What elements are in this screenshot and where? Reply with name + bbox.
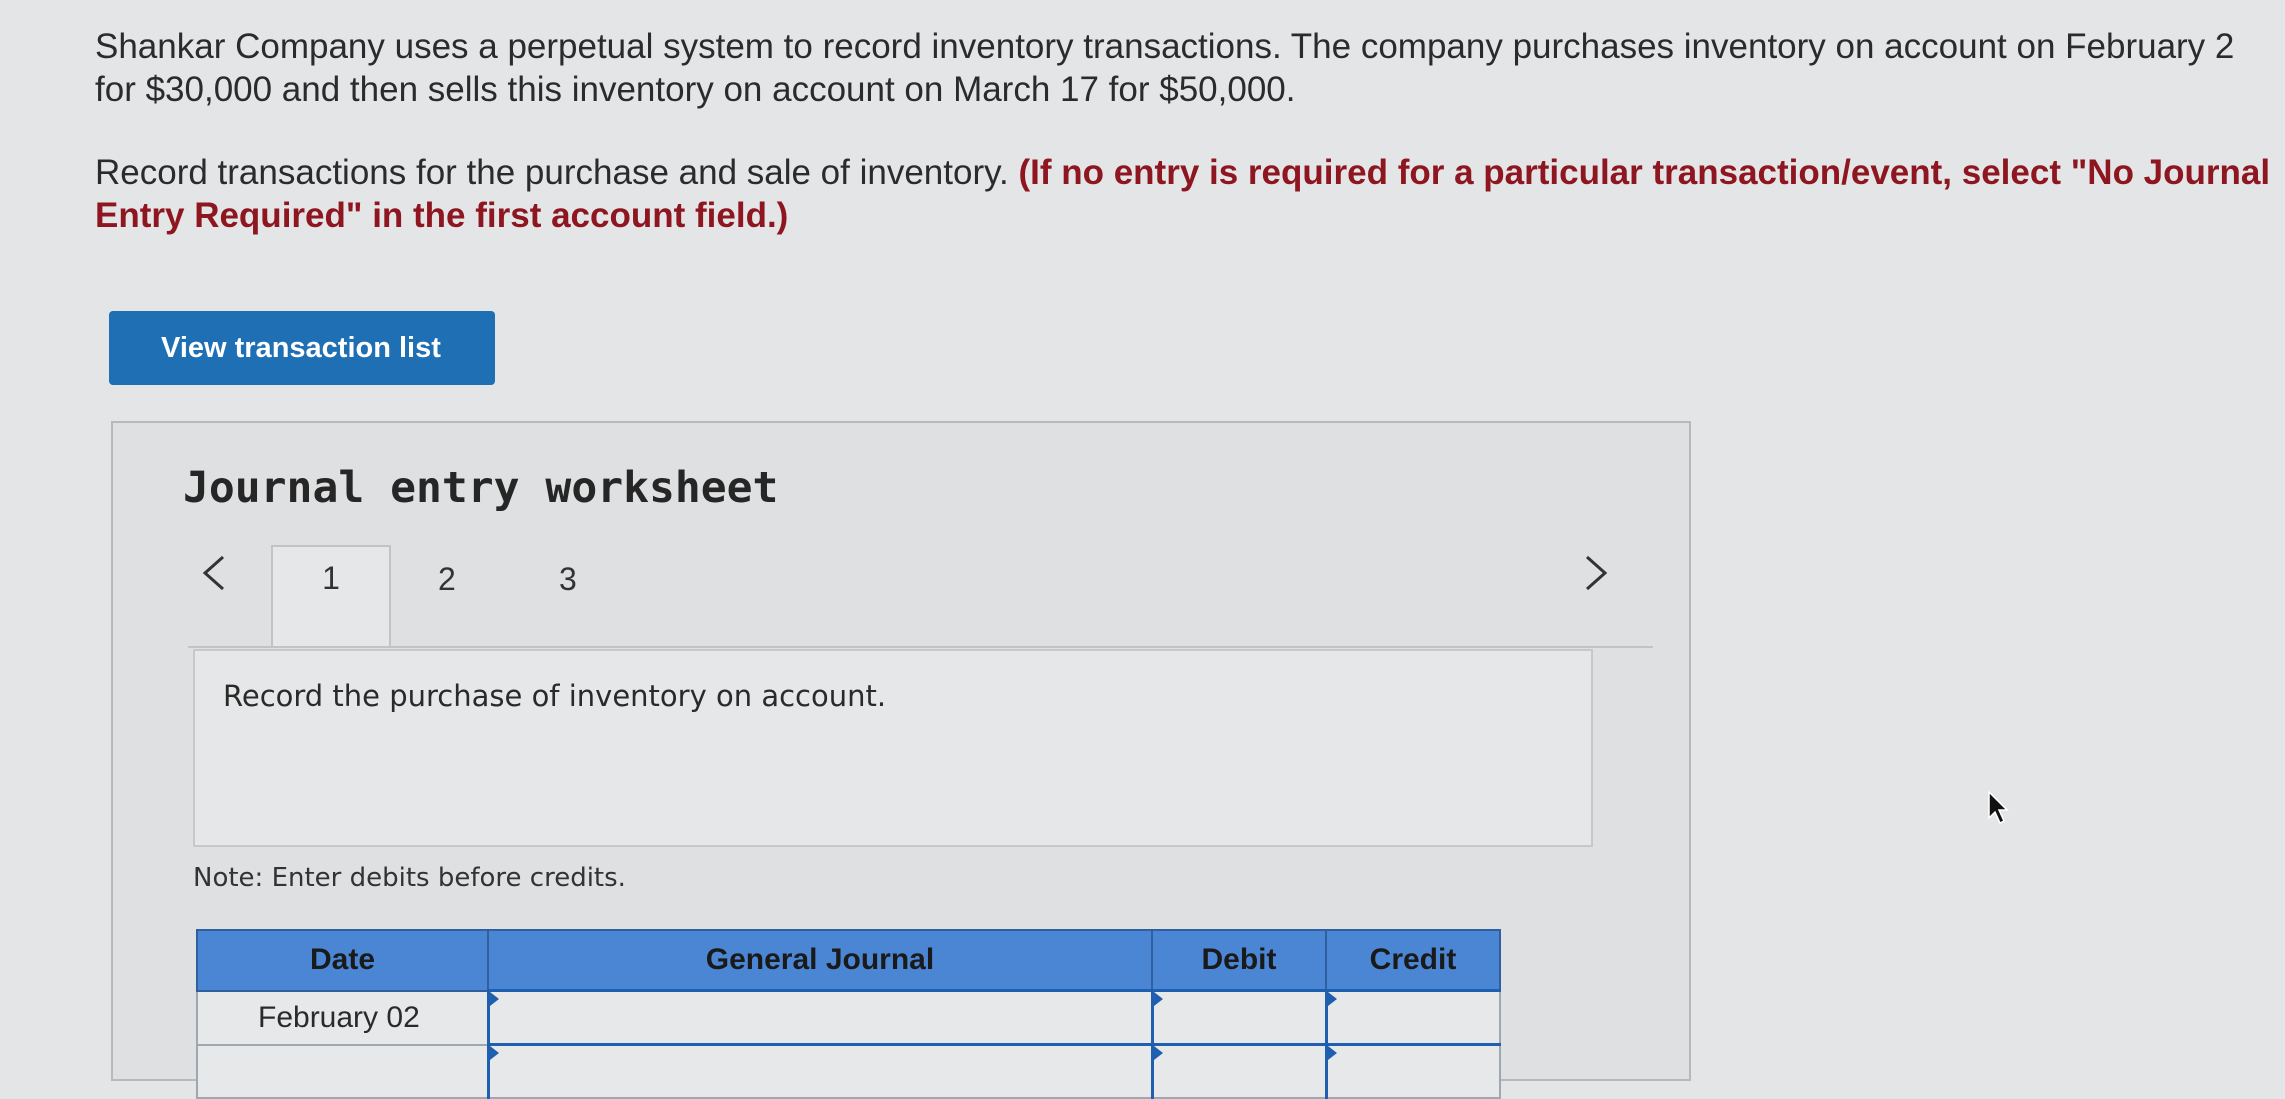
debit-column-header: Debit [1151,929,1327,992]
journal-entry-worksheet: Journal entry worksheet 1 2 3 Record the… [111,421,1691,1099]
instruction-text: Record the purchase of inventory on acco… [223,679,887,713]
instruction-panel: Record the purchase of inventory on acco… [193,649,1593,847]
tab-2[interactable]: 2 [438,561,456,598]
worksheet-title: Journal entry worksheet [183,463,779,513]
chevron-right-icon [1586,555,1608,591]
date-column-header: Date [196,929,489,992]
note-text: Note: Enter debits before credits. [193,863,626,893]
debit-input[interactable] [1150,1043,1327,1099]
credit-column-header: Credit [1325,929,1501,992]
date-cell: February 02 [196,989,489,1046]
tab-strip-divider [188,646,1653,648]
tab-1[interactable]: 1 [271,545,391,646]
problem-statement: Shankar Company uses a perpetual system … [95,25,2275,237]
instructions-paragraph: Record transactions for the purchase and… [95,151,2275,237]
table-row: February 02 [196,989,1501,1046]
debit-input[interactable] [1150,989,1327,1046]
prev-entry-button[interactable] [193,543,233,603]
view-transaction-list-button[interactable]: View transaction list [109,311,495,385]
next-entry-button[interactable] [1575,543,1615,603]
account-input[interactable] [486,989,1153,1046]
problem-paragraph: Shankar Company uses a perpetual system … [95,27,2235,109]
table-header-row: Date General Journal Debit Credit [196,929,1501,992]
chevron-left-icon [202,555,224,591]
account-input[interactable] [486,1043,1153,1099]
instructions-text: Record transactions for the purchase and… [95,153,1019,192]
tab-3[interactable]: 3 [559,561,577,598]
date-cell [196,1043,489,1099]
table-row [196,1043,1501,1099]
general-journal-column-header: General Journal [487,929,1153,992]
credit-input[interactable] [1324,1043,1501,1099]
mouse-pointer-icon [1988,790,2009,825]
journal-table: Date General Journal Debit Credit Februa… [196,929,1501,1099]
credit-input[interactable] [1324,989,1501,1046]
